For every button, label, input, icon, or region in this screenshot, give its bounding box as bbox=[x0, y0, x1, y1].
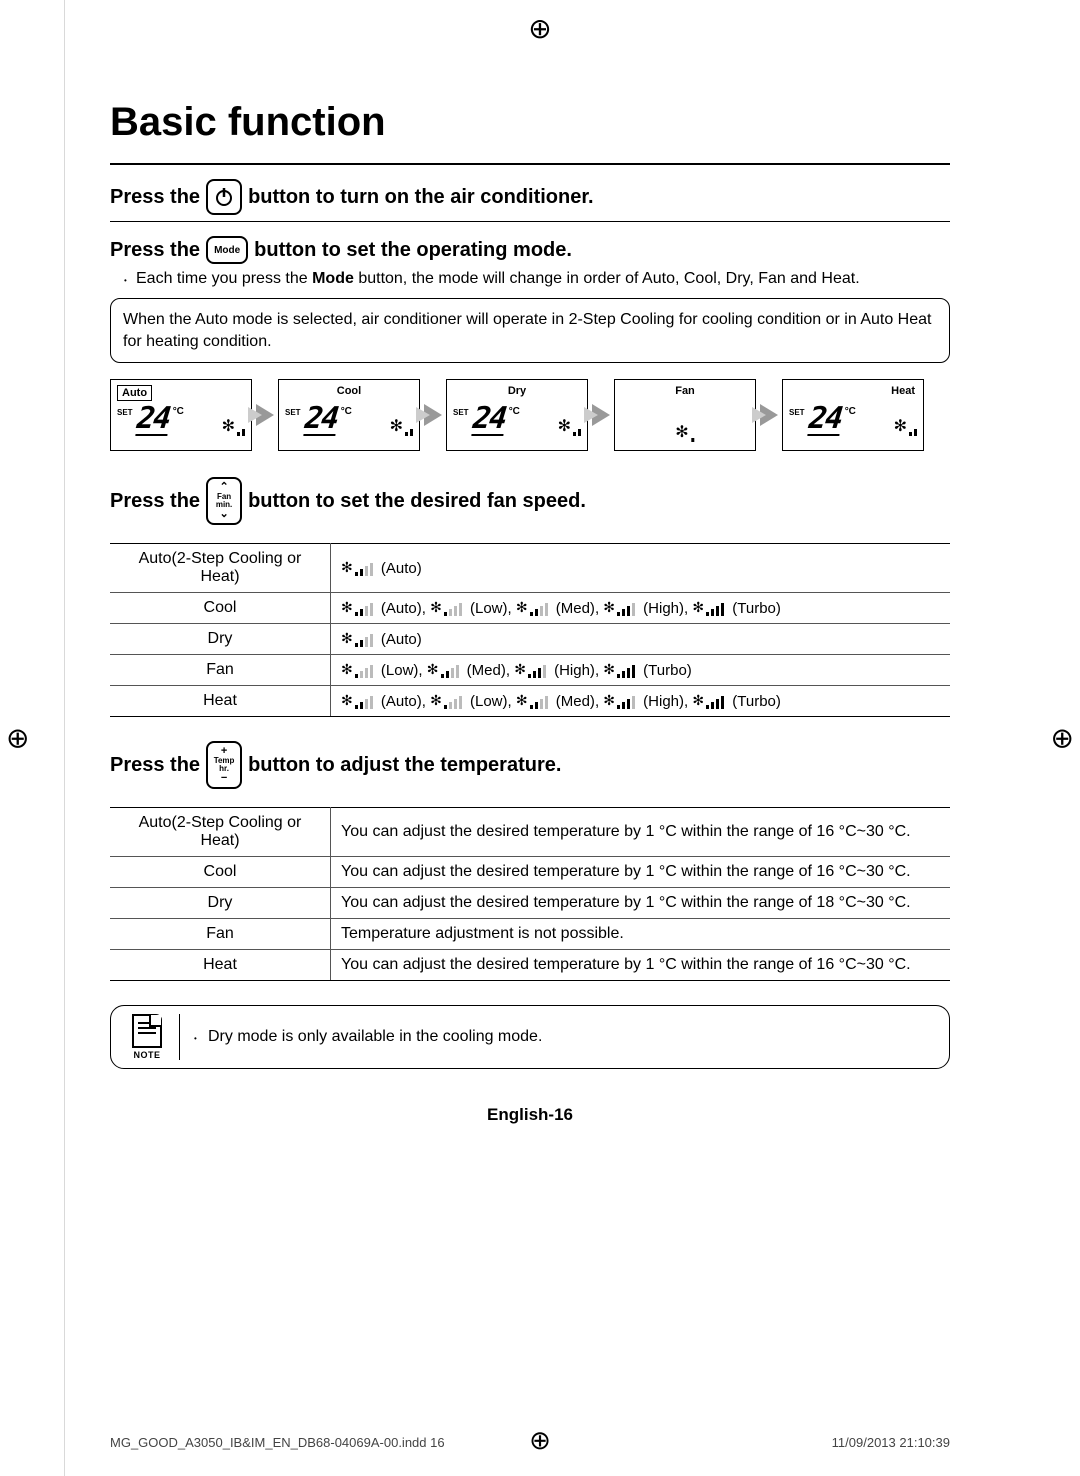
table-row: HeatYou can adjust the desired temperatu… bbox=[110, 950, 950, 981]
table-row: CoolYou can adjust the desired temperatu… bbox=[110, 857, 950, 888]
crop-guide-left bbox=[64, 0, 65, 1476]
note-text: Dry mode is only available in the coolin… bbox=[194, 1028, 542, 1046]
rule bbox=[110, 221, 950, 222]
chevron-down-icon: ⌄ bbox=[219, 509, 228, 520]
note-box: NOTE Dry mode is only available in the c… bbox=[110, 1005, 950, 1069]
mode-card-label: Heat bbox=[891, 385, 915, 397]
fan-icon: ✻ bbox=[675, 422, 694, 442]
fan-speed-icon: ✻ bbox=[516, 599, 548, 616]
fan-speed-icon: ✻ bbox=[516, 692, 548, 709]
fan-speed-icon: ✻ bbox=[341, 692, 373, 709]
fan-speed-icon: ✻ bbox=[603, 599, 635, 616]
fan-button-icon: ⌃ Fan min. ⌄ bbox=[206, 477, 242, 525]
footer-file: MG_GOOD_A3050_IB&IM_EN_DB68-04069A-00.in… bbox=[110, 1435, 445, 1450]
note-icon bbox=[132, 1014, 162, 1048]
fan-speed-icon: ✻ bbox=[692, 692, 724, 709]
mode-card: DrySET24°C✻ bbox=[446, 379, 588, 451]
table-row: Dry✻ (Auto) bbox=[110, 624, 950, 655]
fan-speed-icon: ✻ bbox=[430, 692, 462, 709]
mode-card-label: Cool bbox=[337, 385, 361, 397]
fan-speed-icon: ✻ bbox=[692, 599, 724, 616]
registration-mark-right: ⊕ bbox=[1051, 722, 1074, 755]
fan-icon: ✻ bbox=[558, 416, 581, 436]
mode-card-label: Fan bbox=[675, 385, 695, 397]
fan-speed-icon: ✻ bbox=[430, 599, 462, 616]
mode-cards-row: AutoSET24°C✻CoolSET24°C✻DrySET24°C✻Fan✻H… bbox=[110, 379, 950, 451]
note-label: NOTE bbox=[133, 1050, 160, 1060]
arrow-icon bbox=[592, 404, 610, 426]
arrow-icon bbox=[256, 404, 274, 426]
step-power: Press the button to turn on the air cond… bbox=[110, 179, 950, 215]
fan-speed-icon: ✻ bbox=[603, 661, 635, 678]
registration-mark-top: ⊕ bbox=[528, 12, 551, 45]
power-icon bbox=[214, 187, 234, 207]
fan-speed-icon: ✻ bbox=[603, 692, 635, 709]
fan-speed-icon: ✻ bbox=[341, 599, 373, 616]
table-row: DryYou can adjust the desired temperatur… bbox=[110, 888, 950, 919]
fan-speed-icon: ✻ bbox=[341, 661, 373, 678]
page-content: Basic function Press the button to turn … bbox=[110, 100, 950, 1125]
fan-speed-icon: ✻ bbox=[514, 661, 546, 678]
fan-icon: ✻ bbox=[222, 416, 245, 436]
fan-icon: ✻ bbox=[390, 416, 413, 436]
table-row: Auto(2-Step Cooling or Heat)✻ (Auto) bbox=[110, 544, 950, 593]
fan-speed-icon: ✻ bbox=[341, 630, 373, 647]
step-mode: Press the Mode button to set the operati… bbox=[110, 236, 950, 264]
fan-speed-icon: ✻ bbox=[427, 661, 459, 678]
arrow-icon bbox=[760, 404, 778, 426]
page-number: English-16 bbox=[110, 1105, 950, 1125]
power-button-icon bbox=[206, 179, 242, 215]
note-icon-wrap: NOTE bbox=[125, 1014, 180, 1060]
registration-mark-left: ⊕ bbox=[6, 722, 29, 755]
mode-button-icon: Mode bbox=[206, 236, 248, 264]
title-underline bbox=[110, 163, 950, 165]
table-row: Cool✻ (Auto), ✻ (Low), ✻ (Med), ✻ (High)… bbox=[110, 593, 950, 624]
mode-card-label: Dry bbox=[508, 385, 526, 397]
temperature-table: Auto(2-Step Cooling or Heat)You can adju… bbox=[110, 807, 950, 981]
table-row: Fan✻ (Low), ✻ (Med), ✻ (High), ✻ (Turbo) bbox=[110, 655, 950, 686]
mode-bullet: Each time you press the Mode button, the… bbox=[124, 270, 950, 288]
step-temp: Press the + Temp hr. − button to adjust … bbox=[110, 741, 950, 789]
table-row: FanTemperature adjustment is not possibl… bbox=[110, 919, 950, 950]
fan-icon: ✻ bbox=[894, 416, 917, 436]
fan-speed-table: Auto(2-Step Cooling or Heat)✻ (Auto)Cool… bbox=[110, 543, 950, 717]
footer-timestamp: 11/09/2013 21:10:39 bbox=[832, 1435, 950, 1450]
mode-auto-note: When the Auto mode is selected, air cond… bbox=[110, 298, 950, 363]
arrow-icon bbox=[424, 404, 442, 426]
mode-card: AutoSET24°C✻ bbox=[110, 379, 252, 451]
temp-button-icon: + Temp hr. − bbox=[206, 741, 242, 789]
mode-card-label: Auto bbox=[117, 385, 152, 401]
mode-card: HeatSET24°C✻ bbox=[782, 379, 924, 451]
mode-card: CoolSET24°C✻ bbox=[278, 379, 420, 451]
table-row: Auto(2-Step Cooling or Heat)You can adju… bbox=[110, 808, 950, 857]
fan-speed-icon: ✻ bbox=[341, 559, 373, 576]
minus-icon: − bbox=[221, 773, 227, 784]
table-row: Heat✻ (Auto), ✻ (Low), ✻ (Med), ✻ (High)… bbox=[110, 686, 950, 717]
page-title: Basic function bbox=[110, 100, 950, 145]
step-fan: Press the ⌃ Fan min. ⌄ button to set the… bbox=[110, 477, 950, 525]
print-footer: MG_GOOD_A3050_IB&IM_EN_DB68-04069A-00.in… bbox=[110, 1435, 950, 1450]
mode-card: Fan ✻ bbox=[614, 379, 756, 451]
